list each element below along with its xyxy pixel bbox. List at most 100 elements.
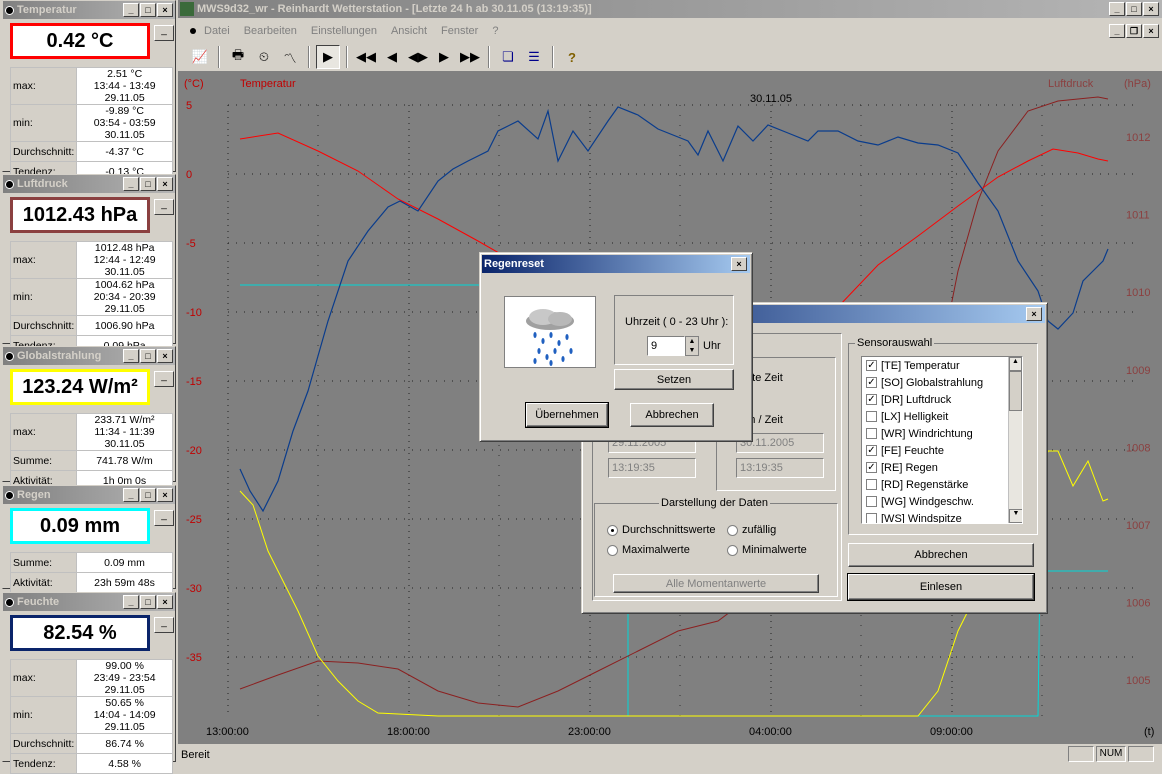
minimize-icon[interactable]: _ [123, 595, 139, 609]
stat-key: Summe: [10, 450, 77, 471]
regenreset-close-icon[interactable]: × [731, 257, 747, 271]
sensor-list-item[interactable]: [LX] Helligkeit [862, 408, 1022, 425]
maximize-icon[interactable]: □ [140, 595, 156, 609]
checkbox[interactable] [866, 513, 877, 523]
rewind-icon[interactable]: ◀◀ [354, 45, 378, 69]
hour-input[interactable]: 9 [647, 336, 685, 356]
checkbox[interactable]: ✓ [866, 445, 877, 456]
step-back-icon[interactable]: ◀ [380, 45, 404, 69]
close-icon[interactable]: × [157, 595, 173, 609]
menu-item-einstellungen[interactable]: Einstellungen [311, 25, 377, 37]
close-icon[interactable]: × [157, 488, 173, 502]
help-icon[interactable]: ? [560, 45, 584, 69]
time-label: Uhrzeit ( 0 - 23 Uhr ): [625, 316, 729, 328]
set-button[interactable]: Setzen [614, 369, 734, 390]
hour-spinner[interactable]: ▲ ▼ [685, 336, 699, 356]
maximize-icon[interactable]: □ [140, 349, 156, 363]
regenreset-titlebar: Regenreset × [482, 255, 750, 273]
radio-average[interactable]: Durchschnittswerte [607, 524, 716, 536]
close-icon[interactable]: × [1143, 2, 1159, 16]
collapse-button[interactable]: _ [154, 25, 174, 41]
sensor-panel-feuchte: Feuchte _ □ × 82.54 % _ max: 99.00 % 23:49 - … [2, 592, 176, 774]
maximize-icon[interactable]: □ [140, 488, 156, 502]
checkbox[interactable] [866, 479, 877, 490]
stat-key: max: [9, 241, 78, 279]
minimize-icon[interactable]: _ [123, 3, 139, 17]
clock-icon[interactable]: ⏲ [252, 45, 276, 69]
collapse-button[interactable]: _ [154, 510, 174, 526]
menu-item-?[interactable]: ? [492, 25, 498, 37]
toolbar-separator [488, 46, 490, 68]
data-cancel-button[interactable]: Abbrechen [848, 543, 1034, 567]
rain-cloud-icon [504, 296, 596, 368]
radio-min[interactable]: Minimalwerte [727, 544, 807, 556]
graph-icon[interactable]: 〽 [278, 45, 302, 69]
sensor-list-item[interactable]: [RD] Regenstärke [862, 476, 1022, 493]
tile-icon[interactable]: ☰ [522, 45, 546, 69]
time-to-field[interactable]: 13:19:35 [736, 458, 824, 478]
r-tick-label: 1005 [1126, 675, 1150, 687]
moment-values-button[interactable]: Alle Momentanwerte [613, 574, 819, 593]
sensor-list-item[interactable]: [WS] Windspitze [862, 510, 1022, 523]
sensor-list-item[interactable]: ✓ [TE] Temperatur [862, 357, 1022, 374]
mdi-restore-icon[interactable]: ❐ [1126, 24, 1142, 38]
stat-value: 4.58 % [76, 753, 173, 774]
data-dialog-close-icon[interactable]: × [1026, 307, 1042, 321]
collapse-button[interactable]: _ [154, 617, 174, 633]
time-from-field[interactable]: 13:19:35 [608, 458, 696, 478]
sensor-list-item[interactable]: ✓ [SO] Globalstrahlung [862, 374, 1022, 391]
step-forward-icon[interactable]: ▶ [432, 45, 456, 69]
collapse-button[interactable]: _ [154, 371, 174, 387]
stat-key: Durchschnitt: [9, 141, 78, 162]
checkbox[interactable]: ✓ [866, 377, 877, 388]
collapse-button[interactable]: _ [154, 199, 174, 215]
menu-item-ansicht[interactable]: Ansicht [391, 25, 427, 37]
sensor-list-item[interactable]: ✓ [RE] Regen [862, 459, 1022, 476]
minimize-icon[interactable]: _ [123, 177, 139, 191]
sensor-list-item[interactable]: ✓ [FE] Feuchte [862, 442, 1022, 459]
fast-forward-icon[interactable]: ▶▶ [458, 45, 482, 69]
stat-value: -4.37 °C [76, 141, 173, 162]
sensor-panel-globalstrahlung: Globalstrahlung _ □ × 123.24 W/m² _ max: 233… [2, 346, 176, 491]
radio-random[interactable]: zufällig [727, 524, 776, 536]
maximize-icon[interactable]: □ [140, 177, 156, 191]
menu-item-fenster[interactable]: Fenster [441, 25, 478, 37]
read-button[interactable]: Einlesen [847, 573, 1035, 601]
sensor-panel-temperatur: Temperatur _ □ × 0.42 °C _ max: 2.51 °C 13:44… [2, 0, 176, 182]
radio-max[interactable]: Maximalwerte [607, 544, 690, 556]
close-icon[interactable]: × [157, 177, 173, 191]
sensor-stats: max: 2.51 °C 13:44 - 13:49 29.11.05 min: -9.… [9, 67, 173, 182]
regen-cancel-button[interactable]: Abbrechen [630, 403, 714, 427]
chart-icon[interactable]: 📈 [188, 45, 212, 69]
minimize-icon[interactable]: _ [1109, 2, 1125, 16]
play-icon[interactable]: ▶ [316, 45, 340, 69]
checkbox[interactable] [866, 496, 877, 507]
checkbox[interactable]: ✓ [866, 360, 877, 371]
mdi-close-icon[interactable]: × [1143, 24, 1159, 38]
checkbox[interactable]: ✓ [866, 462, 877, 473]
sensor-list-item[interactable]: [WG] Windgeschw. [862, 493, 1022, 510]
sensor-list-item[interactable]: [WR] Windrichtung [862, 425, 1022, 442]
minimize-icon[interactable]: _ [123, 488, 139, 502]
stat-key: Durchschnitt: [9, 315, 78, 336]
apply-button[interactable]: Übernehmen [525, 402, 609, 428]
checkbox[interactable] [866, 428, 877, 439]
close-icon[interactable]: × [157, 3, 173, 17]
maximize-icon[interactable]: □ [140, 3, 156, 17]
x-tick-label: 09:00:00 [930, 726, 973, 738]
mdi-minimize-icon[interactable]: _ [1109, 24, 1125, 38]
cascade-icon[interactable]: ❏ [496, 45, 520, 69]
checkbox[interactable] [866, 411, 877, 422]
sensor-list-item[interactable]: ✓ [DR] Luftdruck [862, 391, 1022, 408]
menu-item-datei[interactable]: Datei [204, 25, 230, 37]
print-icon[interactable]: 🖶 [226, 45, 250, 69]
checkbox[interactable]: ✓ [866, 394, 877, 405]
maximize-icon[interactable]: □ [1126, 2, 1142, 16]
menu-item-bearbeiten[interactable]: Bearbeiten [244, 25, 297, 37]
expand-icon[interactable]: ◀▶ [406, 45, 430, 69]
sensor-list-scrollbar[interactable]: ▲ ▼ [1008, 357, 1022, 523]
left-unit: (°C) [184, 78, 204, 90]
menubar: Datei Bearbeiten Einstellungen Ansicht Fenst… [178, 22, 1162, 40]
close-icon[interactable]: × [157, 349, 173, 363]
minimize-icon[interactable]: _ [123, 349, 139, 363]
